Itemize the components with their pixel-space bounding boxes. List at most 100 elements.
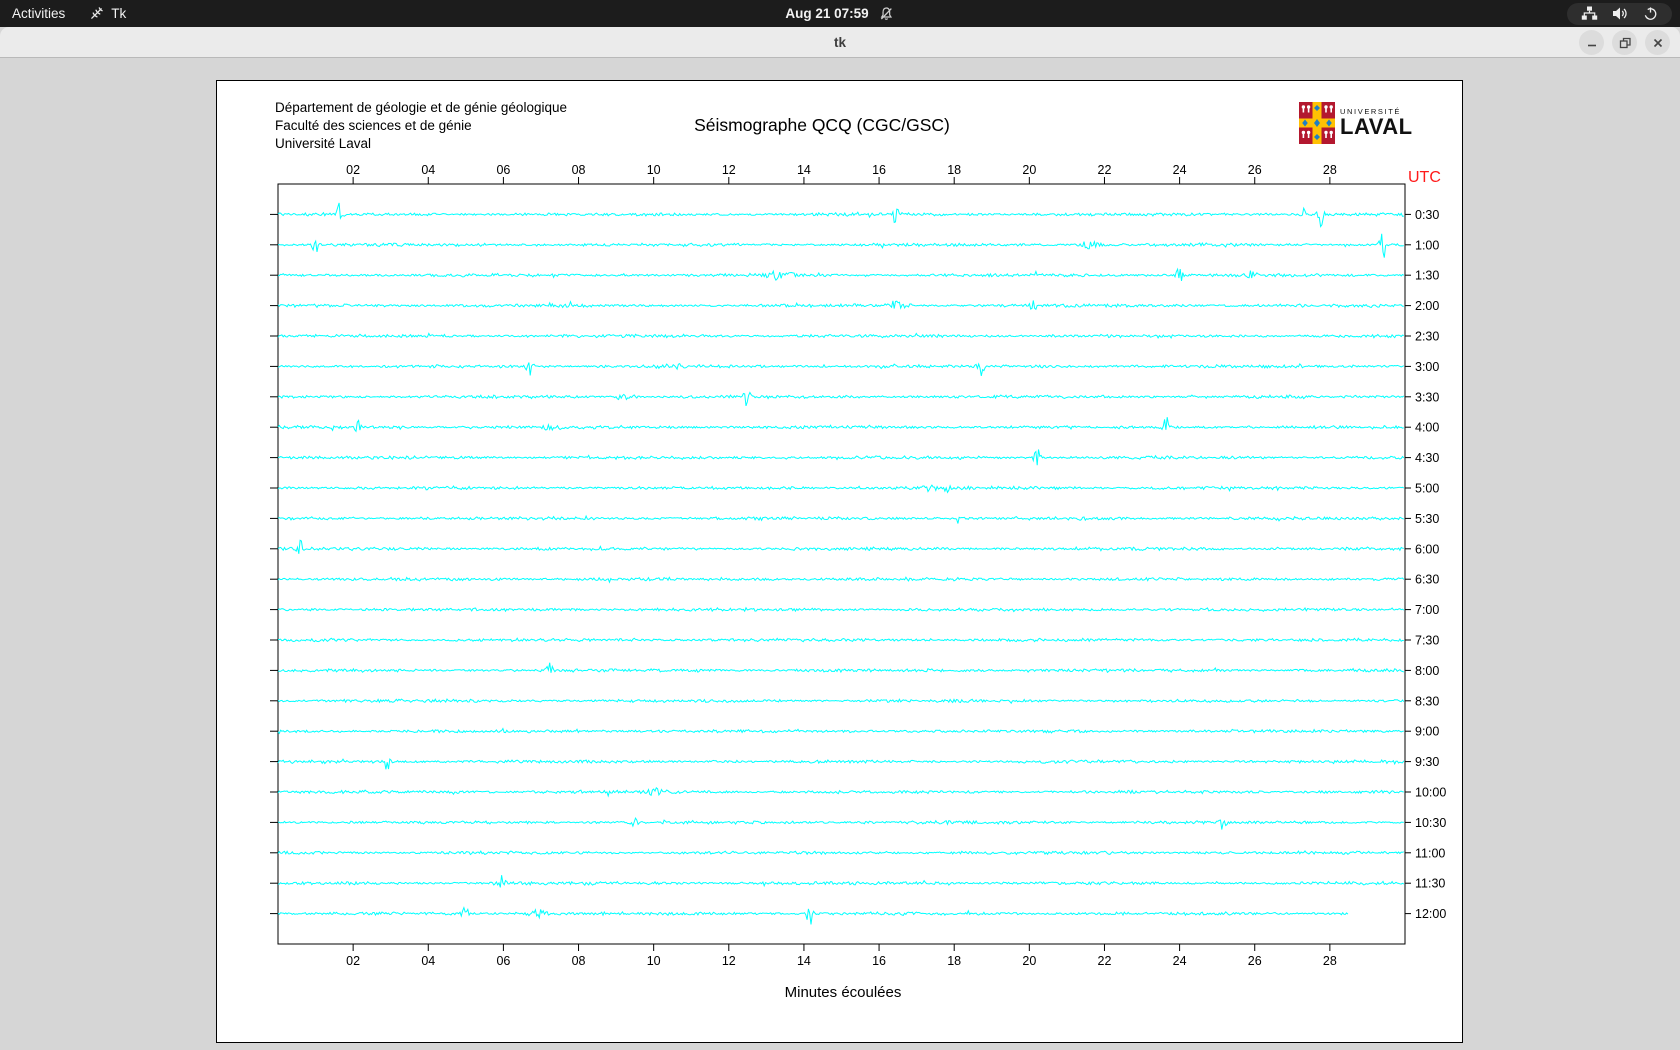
- app-name-label: Tk: [111, 6, 127, 21]
- seismogram-trace: [277, 786, 1404, 798]
- utc-time-label: 5:30: [1415, 512, 1439, 526]
- power-icon: [1644, 7, 1657, 20]
- x-tick-label-bottom: 18: [947, 954, 961, 968]
- seismogram-trace: [277, 758, 1405, 770]
- utc-time-label: 10:30: [1415, 816, 1446, 830]
- clock-menu[interactable]: Aug 21 07:59: [785, 0, 894, 27]
- gnome-top-bar: Activities Tk Aug 21 07:59: [0, 0, 1680, 27]
- utc-time-label: 1:00: [1415, 238, 1439, 252]
- x-tick-label-bottom: 10: [647, 954, 661, 968]
- utc-time-label: 2:30: [1415, 330, 1439, 344]
- x-tick-label-bottom: 06: [496, 954, 510, 968]
- utc-time-label: 9:30: [1415, 755, 1439, 769]
- x-tick-label-top: 24: [1173, 163, 1187, 177]
- x-tick-label-bottom: 14: [797, 954, 811, 968]
- seismogram-trace: [277, 906, 1349, 925]
- network-wired-icon: [1581, 6, 1598, 20]
- seismogram-trace: [277, 850, 1404, 856]
- close-button[interactable]: [1645, 30, 1670, 55]
- seismogram-trace: [278, 637, 1404, 643]
- utc-time-label: 2:00: [1415, 299, 1439, 313]
- window-titlebar[interactable]: tk: [0, 27, 1680, 58]
- utc-time-label: 9:00: [1415, 725, 1439, 739]
- x-tick-label-top: 28: [1323, 163, 1337, 177]
- seismogram-trace: [277, 332, 1404, 339]
- plot-frame: [277, 183, 1406, 945]
- seismogram-trace: [277, 514, 1404, 524]
- notifications-muted-icon: [880, 6, 893, 20]
- utc-time-label: 8:30: [1415, 694, 1439, 708]
- x-tick-label-top: 14: [797, 163, 811, 177]
- utc-time-label: 3:00: [1415, 360, 1439, 374]
- seismogram-trace: [277, 391, 1405, 407]
- tk-feather-icon: [91, 7, 104, 19]
- volume-icon: [1613, 7, 1627, 20]
- seismogram-trace: [277, 662, 1405, 674]
- seismogram-trace: [277, 727, 1404, 735]
- seismogram-trace: [277, 202, 1404, 228]
- seismogram-trace: [277, 606, 1405, 613]
- x-tick-label-bottom: 08: [572, 954, 586, 968]
- helicorder-plot: 02 02 04 04 06 06 08 08 10 10 12 12 14 14 16 16 18 18 20 20…: [270, 163, 1446, 968]
- x-tick-label-top: 08: [572, 163, 586, 177]
- utc-time-label: 4:30: [1415, 451, 1439, 465]
- seismogram-trace: [277, 417, 1404, 433]
- utc-time-label: 1:30: [1415, 269, 1439, 283]
- utc-time-label: 6:30: [1415, 573, 1439, 587]
- x-tick-label-bottom: 26: [1248, 954, 1262, 968]
- focused-app-indicator[interactable]: Tk: [77, 0, 138, 27]
- minimize-button[interactable]: [1579, 30, 1604, 55]
- utc-time-label: 7:30: [1415, 634, 1439, 648]
- x-tick-label-top: 18: [947, 163, 961, 177]
- utc-time-label: 5:00: [1415, 482, 1439, 496]
- x-tick-label-top: 10: [647, 163, 661, 177]
- seismogram-trace: [277, 576, 1405, 584]
- x-tick-label-top: 20: [1022, 163, 1036, 177]
- seismograph-canvas: Département de géologie et de génie géol…: [216, 80, 1463, 1043]
- clock-label: Aug 21 07:59: [785, 6, 869, 21]
- seismogram-trace: [277, 698, 1405, 705]
- seismogram-trace: [277, 449, 1405, 466]
- x-tick-label-bottom: 02: [346, 954, 360, 968]
- x-tick-label-top: 16: [872, 163, 886, 177]
- seismogram-trace: [277, 539, 1404, 554]
- utc-time-label: 10:00: [1415, 786, 1446, 800]
- seismogram-trace: [277, 362, 1405, 377]
- utc-time-label: 8:00: [1415, 664, 1439, 678]
- x-tick-label-top: 04: [421, 163, 435, 177]
- minimize-icon: [1587, 44, 1596, 46]
- maximize-icon: [1619, 37, 1631, 48]
- x-tick-label-top: 12: [722, 163, 736, 177]
- seismogram-trace: [277, 267, 1405, 281]
- x-tick-label-top: 22: [1098, 163, 1112, 177]
- x-tick-label-bottom: 28: [1323, 954, 1337, 968]
- utc-time-label: 4:00: [1415, 421, 1439, 435]
- window-title: tk: [833, 35, 846, 50]
- x-tick-label-bottom: 24: [1173, 954, 1187, 968]
- system-status-menu[interactable]: [1567, 2, 1672, 25]
- x-tick-label-bottom: 22: [1098, 954, 1112, 968]
- x-tick-label-top: 06: [496, 163, 510, 177]
- seismogram-trace: [277, 875, 1405, 888]
- x-tick-label-bottom: 04: [421, 954, 435, 968]
- utc-time-label: 0:30: [1415, 208, 1439, 222]
- x-tick-label-bottom: 20: [1022, 954, 1036, 968]
- seismogram-trace: [277, 484, 1405, 494]
- seismogram-trace: [277, 816, 1404, 830]
- utc-time-label: 11:30: [1415, 877, 1445, 891]
- tk-window-body: Département de géologie et de génie géol…: [0, 58, 1680, 1050]
- seismogram-trace: [277, 233, 1404, 258]
- maximize-button[interactable]: [1612, 30, 1637, 55]
- utc-time-label: 11:00: [1415, 846, 1445, 860]
- utc-time-label: 12:00: [1415, 907, 1446, 921]
- activities-button[interactable]: Activities: [0, 0, 77, 27]
- x-tick-label-bottom: 12: [722, 954, 736, 968]
- seismogram-trace: [277, 300, 1404, 311]
- close-icon: [1653, 38, 1662, 47]
- utc-time-label: 6:00: [1415, 542, 1439, 556]
- x-tick-label-bottom: 16: [872, 954, 886, 968]
- utc-time-label: 7:00: [1415, 603, 1439, 617]
- x-tick-label-top: 02: [346, 163, 360, 177]
- x-tick-label-top: 26: [1248, 163, 1262, 177]
- utc-time-label: 3:30: [1415, 390, 1439, 404]
